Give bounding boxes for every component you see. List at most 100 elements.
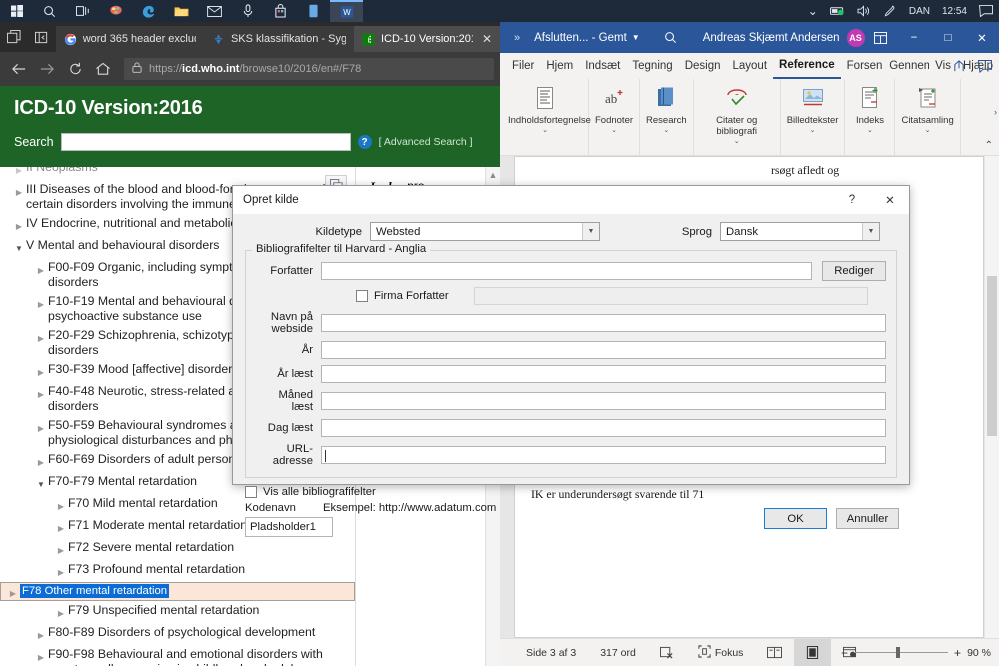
quick-access-chevron[interactable]: » xyxy=(500,32,534,44)
help-icon[interactable]: ? xyxy=(357,135,372,149)
tree-item[interactable]: ▶ F80-F89 Disorders of psychological deve… xyxy=(0,623,355,645)
search-icon[interactable] xyxy=(664,31,677,44)
url-adresse-input[interactable] xyxy=(321,446,886,464)
ribbon-group-citatsamling[interactable]: Citatsamling ⌄ xyxy=(895,79,961,155)
phone-icon[interactable] xyxy=(297,0,330,22)
chevron-down-icon[interactable]: ⌄ xyxy=(611,126,617,134)
ribbon[interactable]: Indholdsfortegnelse ⌄ ab Fodnoter ⌄ Research ⌄… xyxy=(500,79,999,156)
chevron-right-icon[interactable]: ▶ xyxy=(54,496,68,514)
chevron-right-icon[interactable]: ▶ xyxy=(34,647,48,665)
zoom-in-button[interactable]: + xyxy=(954,646,961,660)
tree-item[interactable]: ▶ F73 Profound mental retardation xyxy=(0,560,355,582)
chevron-right-icon[interactable]: ▶ xyxy=(6,583,20,601)
kildetype-select[interactable]: Websted ▼ xyxy=(370,222,600,241)
tab-gennems-[interactable]: Gennemsø xyxy=(883,53,929,79)
home-button[interactable] xyxy=(90,56,116,82)
close-button[interactable]: ✕ xyxy=(871,186,909,214)
chevron-right-icon[interactable]: ▶ xyxy=(34,294,48,312)
chevron-down-icon[interactable]: ▼ xyxy=(632,33,640,42)
explorer-icon[interactable] xyxy=(165,0,198,22)
tab-layout[interactable]: Layout xyxy=(727,53,774,79)
ribbon-group-citater-og-bibliografi[interactable]: - Citater og bibliografi ⌄ xyxy=(694,79,781,155)
chevron-right-icon[interactable]: ▶ xyxy=(34,384,48,402)
browser-tab-0[interactable]: word 365 header exclude xyxy=(55,26,204,52)
speaker-icon[interactable] xyxy=(851,0,877,22)
back-button[interactable] xyxy=(6,56,32,82)
address-bar[interactable]: https://icd.who.int/browse10/2016/en#/F7… xyxy=(124,58,494,80)
maximize-button[interactable]: □ xyxy=(931,22,965,53)
tree-item[interactable]: ▶ F72 Severe mental retardation xyxy=(0,538,355,560)
chevron-down-icon[interactable]: ▼ xyxy=(12,238,26,256)
close-icon[interactable]: ✕ xyxy=(482,32,492,46)
zoom-slider-thumb[interactable] xyxy=(896,647,901,658)
rediger-button[interactable]: Rediger xyxy=(822,261,886,281)
chevron-right-icon[interactable]: ▶ xyxy=(54,518,68,536)
forward-button[interactable] xyxy=(34,56,60,82)
word-count[interactable]: 317 ord xyxy=(588,639,648,666)
ok-button[interactable]: OK xyxy=(764,508,827,529)
ribbon-overflow-icon[interactable]: › xyxy=(994,107,997,117)
chevron-down-icon[interactable]: ▼ xyxy=(34,474,48,492)
tab-hjem[interactable]: Hjem xyxy=(540,53,579,79)
ribbon-group-indeks[interactable]: Indeks ⌄ xyxy=(845,79,896,155)
pen-icon[interactable] xyxy=(877,0,903,22)
collapse-ribbon-icon[interactable]: ⌃ xyxy=(985,140,993,151)
tab-forsendel[interactable]: Forsendel xyxy=(841,53,884,79)
edge-icon[interactable] xyxy=(132,0,165,22)
scrollbar-thumb[interactable] xyxy=(987,276,997,436)
chevron-right-icon[interactable]: ▶ xyxy=(34,418,48,436)
tray-chevron-icon[interactable]: ⌄ xyxy=(802,0,824,22)
chevron-right-icon[interactable]: ▶ xyxy=(12,216,26,234)
tree-item[interactable]: ▶ F78 Other mental retardation xyxy=(0,582,355,601)
aar-laest-input[interactable] xyxy=(321,365,886,383)
share-icon[interactable] xyxy=(949,56,969,76)
battery-icon[interactable] xyxy=(824,0,851,22)
paint-icon[interactable] xyxy=(99,0,132,22)
cancel-button[interactable]: Annuller xyxy=(836,508,899,529)
proofing-icon[interactable] xyxy=(648,639,686,666)
document-scrollbar[interactable] xyxy=(985,156,999,638)
tree-item[interactable]: ▶ F90-F98 Behavioural and emotional disor… xyxy=(0,645,355,666)
dag-laest-input[interactable] xyxy=(321,419,886,437)
tab-preview-icon[interactable] xyxy=(0,22,28,52)
kodenavn-input[interactable]: Pladsholder1 xyxy=(245,517,333,537)
chevron-down-icon[interactable]: ▼ xyxy=(862,223,879,240)
tab-inds-t[interactable]: Indsæt xyxy=(579,53,626,79)
tab-reference[interactable]: Reference xyxy=(773,53,841,79)
ribbon-tabs[interactable]: Filer Hjem Indsæt Tegning Design Layout Refere… xyxy=(500,53,999,79)
chevron-right-icon[interactable]: ▶ xyxy=(54,562,68,580)
vis-alle-checkbox[interactable] xyxy=(245,486,257,498)
chevron-right-icon[interactable]: ▶ xyxy=(34,328,48,346)
aar-input[interactable] xyxy=(321,341,886,359)
chevron-down-icon[interactable]: ⌄ xyxy=(734,137,740,145)
search-icon[interactable] xyxy=(33,0,66,22)
ribbon-group-research[interactable]: Research ⌄ xyxy=(640,79,694,155)
chevron-right-icon[interactable]: ▶ xyxy=(12,167,26,178)
focus-mode-button[interactable]: Fokus xyxy=(686,639,756,666)
maaned-laest-input[interactable] xyxy=(321,392,886,410)
comment-icon[interactable] xyxy=(975,56,995,76)
search-input[interactable] xyxy=(60,133,351,151)
help-button[interactable]: ? xyxy=(833,186,871,214)
navn-paa-webside-input[interactable] xyxy=(321,314,886,332)
user-account[interactable]: Andreas Skjæmt Andersen AS xyxy=(703,28,865,47)
language-indicator[interactable]: DAN xyxy=(903,0,936,22)
ribbon-group-indholdsfortegnelse[interactable]: Indholdsfortegnelse ⌄ xyxy=(502,79,591,155)
tab-tegning[interactable]: Tegning xyxy=(626,53,678,79)
ribbon-group-fodnoter[interactable]: ab Fodnoter ⌄ xyxy=(589,79,641,155)
zoom-out-button[interactable]: − xyxy=(841,646,848,660)
sprog-select[interactable]: Dansk ▼ xyxy=(720,222,880,241)
scroll-up-icon[interactable]: ▲ xyxy=(486,167,500,182)
collapse-tabs-icon[interactable] xyxy=(28,22,56,52)
print-layout-icon[interactable] xyxy=(794,638,832,666)
tree-item[interactable]: ▶ II Neoplasms xyxy=(0,167,355,180)
chevron-down-icon[interactable]: ⌄ xyxy=(810,126,816,134)
zoom-slider[interactable] xyxy=(854,647,949,658)
store-icon[interactable] xyxy=(264,0,297,22)
chevron-right-icon[interactable]: ▶ xyxy=(34,362,48,380)
chevron-right-icon[interactable]: ▶ xyxy=(34,260,48,278)
notification-icon[interactable] xyxy=(973,0,999,22)
tab-design[interactable]: Design xyxy=(679,53,727,79)
browser-tab-1[interactable]: SKS klassifikation - Sygdo xyxy=(203,26,354,52)
chevron-right-icon[interactable]: ▶ xyxy=(54,603,68,621)
